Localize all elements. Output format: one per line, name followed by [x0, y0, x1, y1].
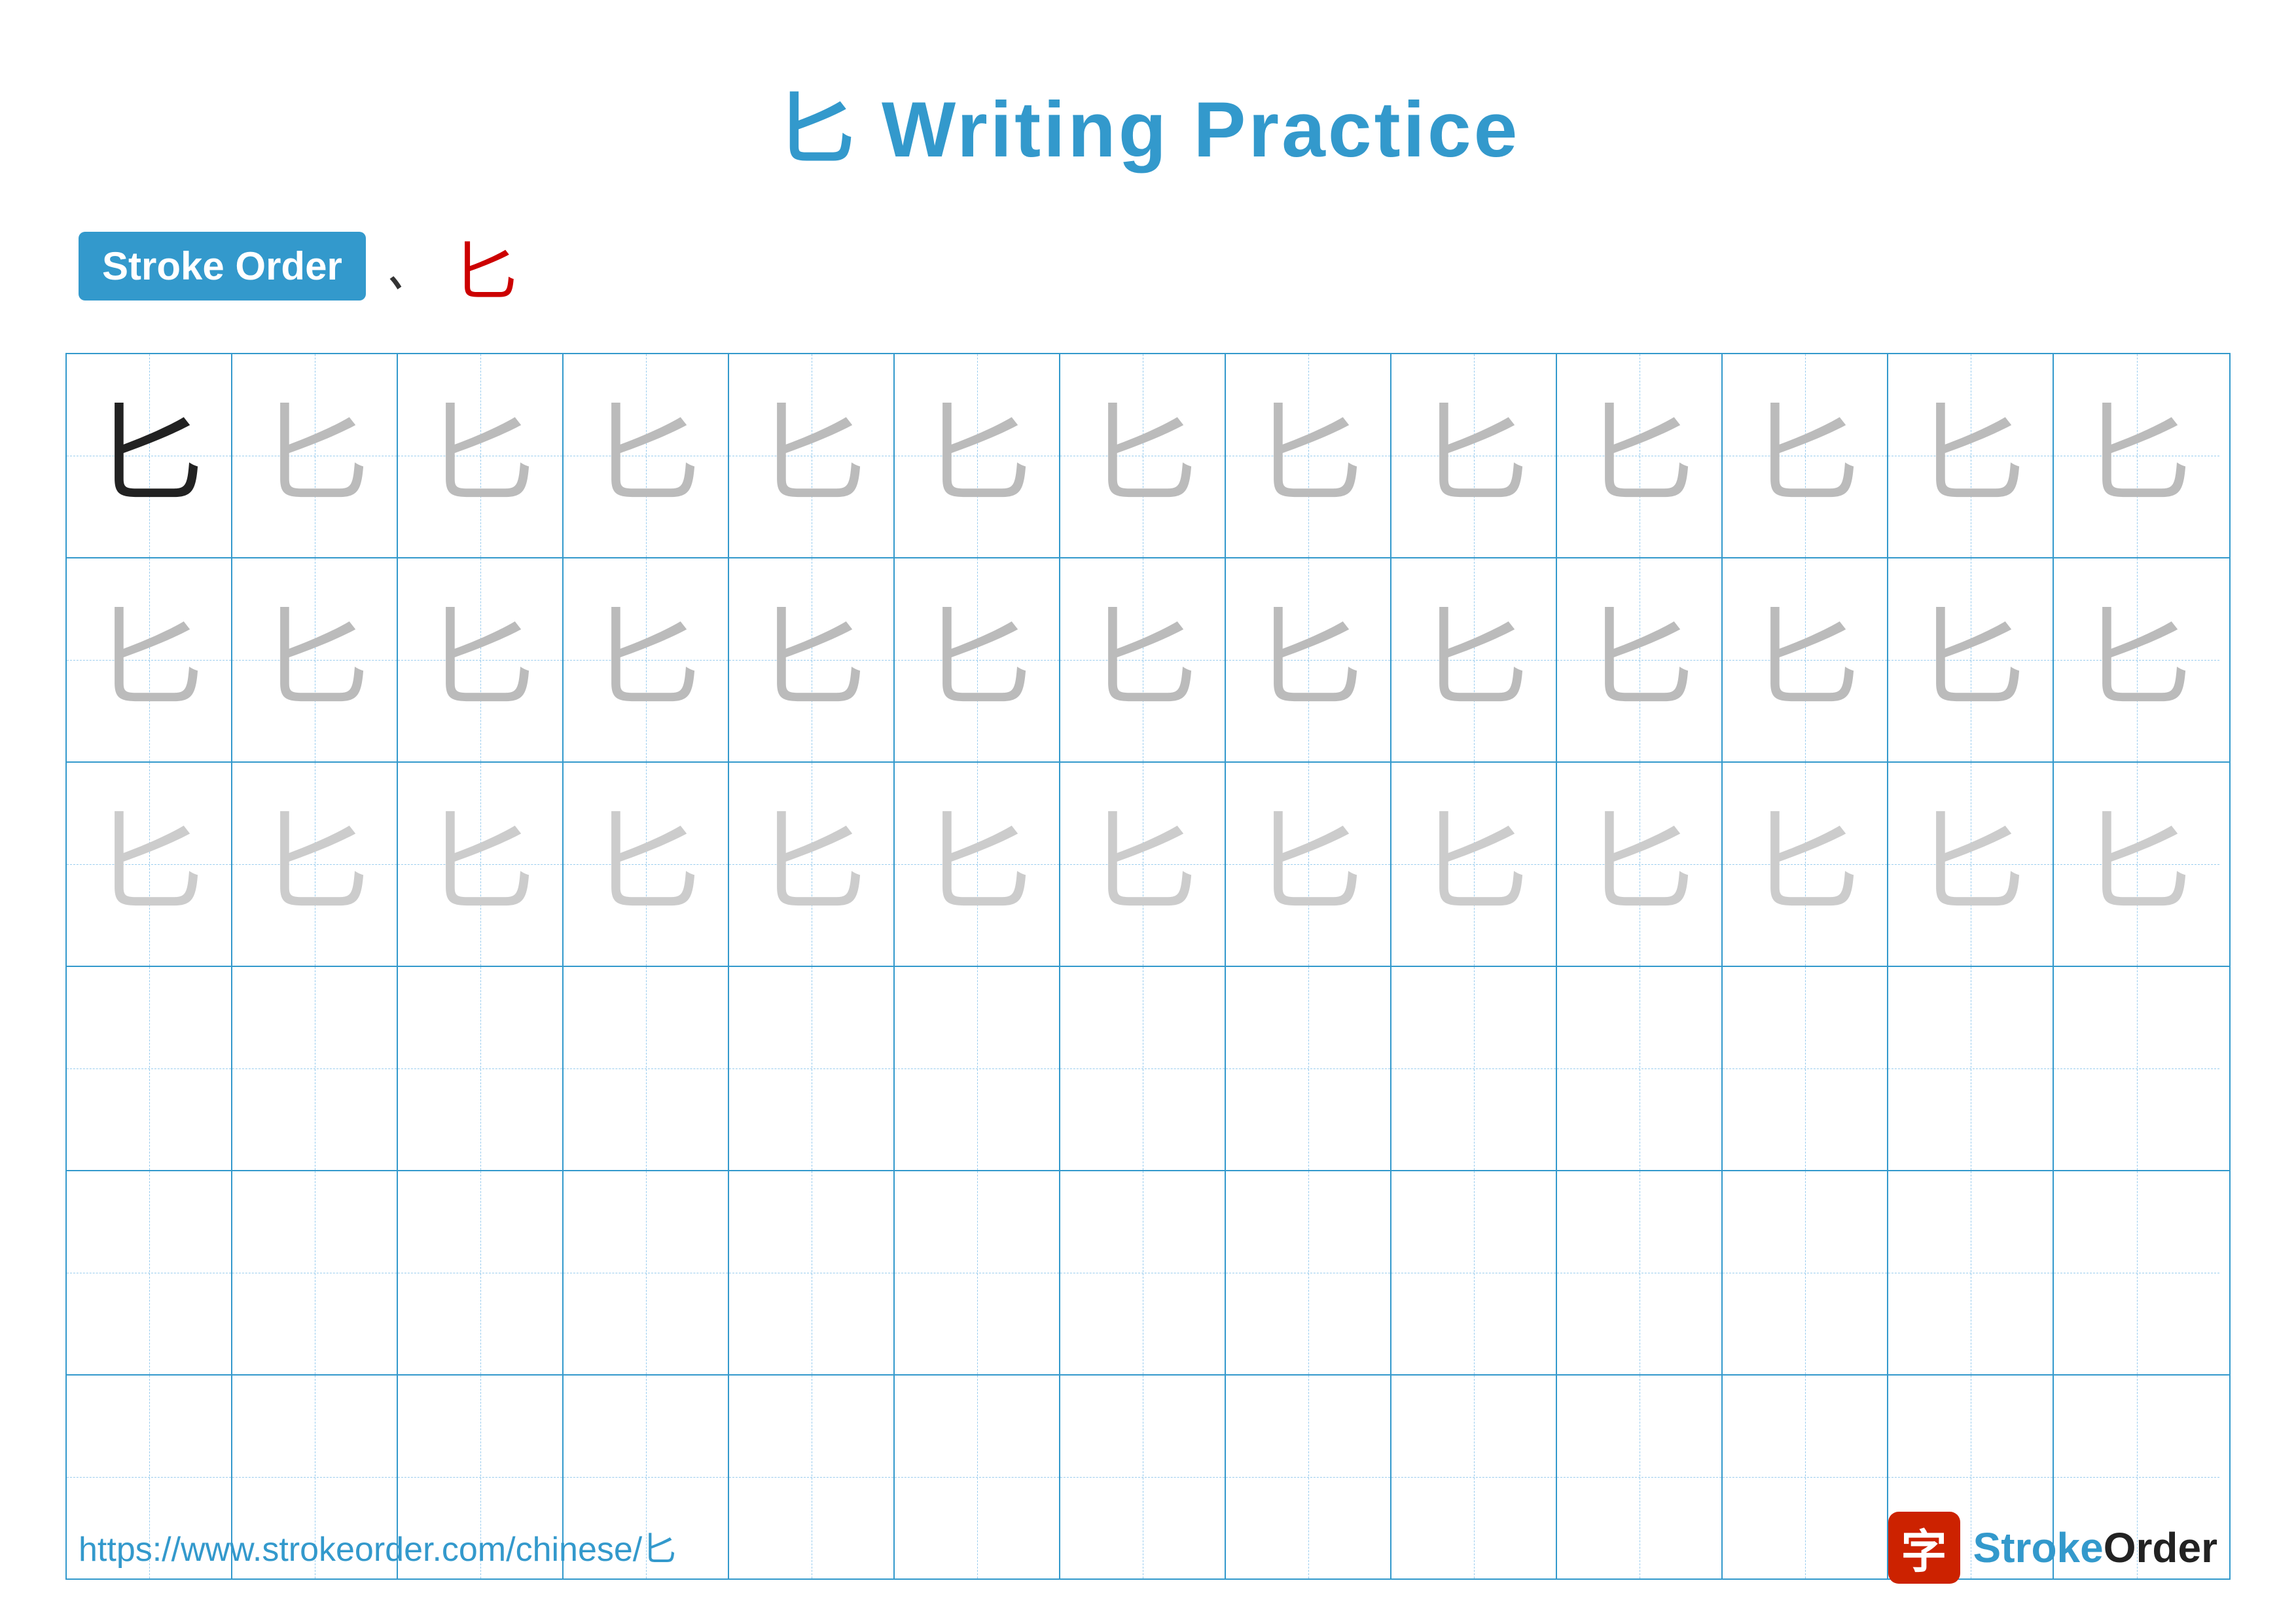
stroke1-char: 、: [386, 232, 433, 301]
grid-cell: 匕: [895, 763, 1060, 966]
footer-logo: 字 StrokeOrder: [1888, 1512, 2217, 1584]
grid-cell: 匕: [1226, 558, 1391, 761]
grid-cell: 匕: [1723, 558, 1888, 761]
grid-row-4: [67, 967, 2229, 1171]
grid-row-5: [67, 1171, 2229, 1376]
grid-cell-empty: [232, 1171, 398, 1374]
grid-cell: 匕: [895, 354, 1060, 557]
grid-cell: 匕: [1888, 763, 2054, 966]
grid-cell-empty: [2054, 967, 2219, 1170]
grid-cell: 匕: [729, 558, 895, 761]
grid-cell-empty: [1557, 1171, 1723, 1374]
grid-cell: 匕: [1060, 354, 1226, 557]
grid-cell: 匕: [398, 354, 564, 557]
grid-cell-empty: [67, 1171, 232, 1374]
grid-cell: 匕: [1723, 354, 1888, 557]
grid-cell: 匕: [1888, 354, 2054, 557]
grid-cell-empty: [398, 1171, 564, 1374]
grid-cell: 匕: [232, 354, 398, 557]
grid-cell: 匕: [1888, 558, 2054, 761]
practice-grid: 匕 匕 匕 匕 匕 匕 匕 匕 匕 匕 匕 匕 匕 匕 匕 匕 匕 匕 匕 匕 …: [65, 353, 2231, 1580]
grid-cell: 匕: [1557, 763, 1723, 966]
grid-cell-empty: [1226, 967, 1391, 1170]
grid-row-2: 匕 匕 匕 匕 匕 匕 匕 匕 匕 匕 匕 匕 匕: [67, 558, 2229, 763]
grid-cell: 匕: [1226, 354, 1391, 557]
grid-cell-empty: [398, 967, 564, 1170]
grid-cell: 匕: [1391, 354, 1557, 557]
grid-cell-empty: [895, 1376, 1060, 1578]
grid-cell-empty: [895, 967, 1060, 1170]
grid-cell-empty: [1557, 967, 1723, 1170]
grid-cell-empty: [1723, 1171, 1888, 1374]
grid-cell: 匕: [1060, 558, 1226, 761]
grid-cell-empty: [729, 1376, 895, 1578]
grid-cell: 匕: [1557, 354, 1723, 557]
grid-cell: 匕: [729, 763, 895, 966]
char-dark: 匕: [93, 400, 204, 511]
grid-cell-empty: [1060, 1171, 1226, 1374]
grid-cell-empty: [1060, 1376, 1226, 1578]
grid-cell: 匕: [2054, 558, 2219, 761]
grid-cell-empty: [2054, 1171, 2219, 1374]
stroke-order-badge: Stroke Order: [79, 232, 366, 301]
grid-cell-empty: [729, 967, 895, 1170]
grid-cell-empty: [1888, 967, 2054, 1170]
grid-cell: 匕: [564, 763, 729, 966]
grid-cell: 匕: [1723, 763, 1888, 966]
grid-cell-empty: [1391, 1171, 1557, 1374]
grid-cell-empty: [564, 1171, 729, 1374]
grid-cell: 匕: [564, 558, 729, 761]
grid-cell: 匕: [67, 558, 232, 761]
grid-cell-empty: [564, 967, 729, 1170]
grid-cell: 匕: [2054, 763, 2219, 966]
grid-cell-empty: [729, 1171, 895, 1374]
grid-cell-empty: [1723, 967, 1888, 1170]
stroke-order-section: Stroke Order 、 匕: [0, 219, 2296, 314]
grid-cell-empty: [1391, 967, 1557, 1170]
grid-cell-empty: [67, 967, 232, 1170]
grid-cell: 匕: [1060, 763, 1226, 966]
logo-icon: 字: [1888, 1512, 1960, 1584]
grid-cell: 匕: [2054, 354, 2219, 557]
grid-cell-empty: [1557, 1376, 1723, 1578]
title-text: 匕 Writing Practice: [776, 86, 1520, 173]
grid-cell-empty: [1226, 1171, 1391, 1374]
stroke2-char: 匕: [452, 219, 518, 314]
grid-cell-empty: [1226, 1376, 1391, 1578]
grid-cell: 匕: [895, 558, 1060, 761]
grid-cell-empty: [1723, 1376, 1888, 1578]
grid-cell: 匕: [564, 354, 729, 557]
logo-name: StrokeOrder: [1973, 1523, 2217, 1572]
grid-cell: 匕: [67, 763, 232, 966]
grid-cell: 匕: [232, 558, 398, 761]
grid-cell: 匕: [1391, 763, 1557, 966]
grid-cell: 匕: [398, 763, 564, 966]
grid-cell: 匕: [232, 763, 398, 966]
grid-cell-empty: [1888, 1171, 2054, 1374]
grid-cell-empty: [1391, 1376, 1557, 1578]
grid-cell: 匕: [729, 354, 895, 557]
grid-cell-empty: [232, 967, 398, 1170]
grid-cell: 匕: [1557, 558, 1723, 761]
grid-cell: 匕: [398, 558, 564, 761]
grid-row-1: 匕 匕 匕 匕 匕 匕 匕 匕 匕 匕 匕 匕 匕: [67, 354, 2229, 558]
grid-cell: 匕: [1391, 558, 1557, 761]
page-title: 匕 Writing Practice: [0, 0, 2296, 219]
grid-cell: 匕: [1226, 763, 1391, 966]
grid-cell-r1c1: 匕: [67, 354, 232, 557]
grid-row-3: 匕 匕 匕 匕 匕 匕 匕 匕 匕 匕 匕 匕 匕: [67, 763, 2229, 967]
grid-cell-empty: [1060, 967, 1226, 1170]
footer-url[interactable]: https://www.strokeorder.com/chinese/匕: [79, 1522, 676, 1571]
grid-cell-empty: [895, 1171, 1060, 1374]
